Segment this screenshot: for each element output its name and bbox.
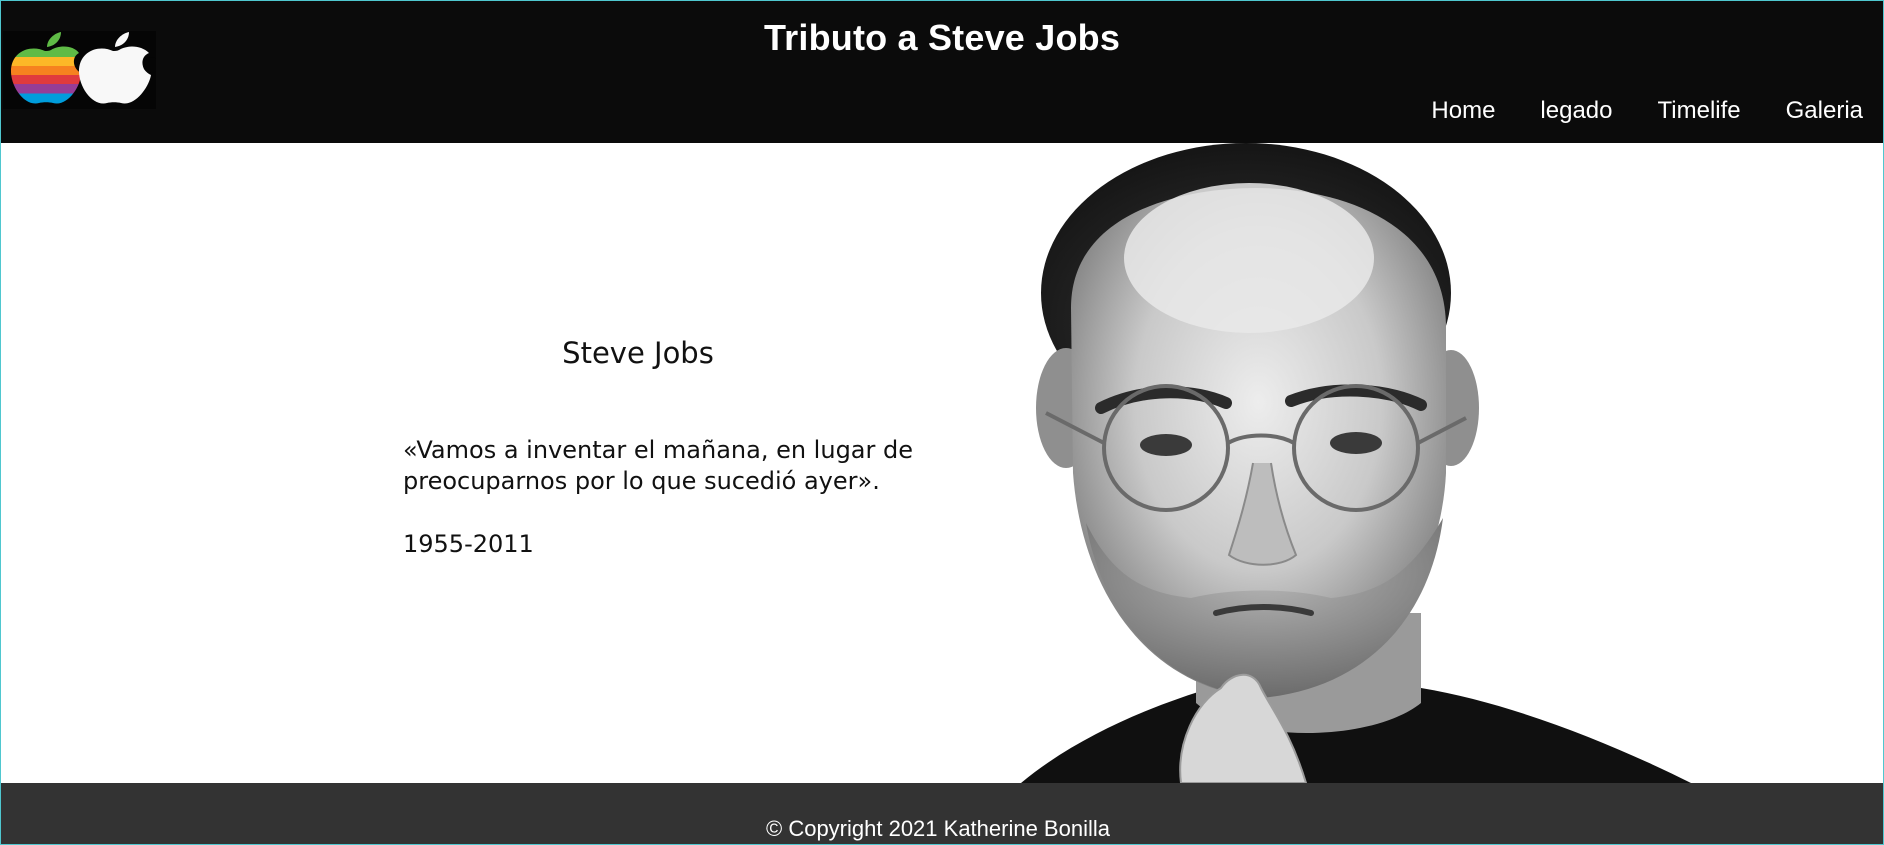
main-nav: Home legado Timelife Galeria [1431, 97, 1863, 125]
hero-banner: Steve Jobs «Vamos a inventar el mañana, … [1, 143, 1883, 783]
hero-years: 1955-2011 [403, 530, 534, 558]
site-title: Tributo a Steve Jobs [763, 17, 1121, 58]
copyright-text: © Copyright 2021 Katherine Bonilla [766, 816, 1110, 841]
site-footer: © Copyright 2021 Katherine Bonilla [1, 783, 1883, 844]
nav-link-home[interactable]: Home [1431, 97, 1495, 125]
hero-quote: «Vamos a inventar el mañana, en lugar de… [403, 436, 913, 495]
portrait-photo [991, 143, 1883, 783]
site-header: Tributo a Steve Jobs Home legado Timelif… [1, 1, 1883, 143]
nav-link-galeria[interactable]: Galeria [1786, 97, 1863, 125]
nav-link-timelife[interactable]: Timelife [1658, 97, 1741, 125]
nav-link-legado[interactable]: legado [1540, 97, 1612, 125]
page-frame: Tributo a Steve Jobs Home legado Timelif… [0, 0, 1884, 845]
